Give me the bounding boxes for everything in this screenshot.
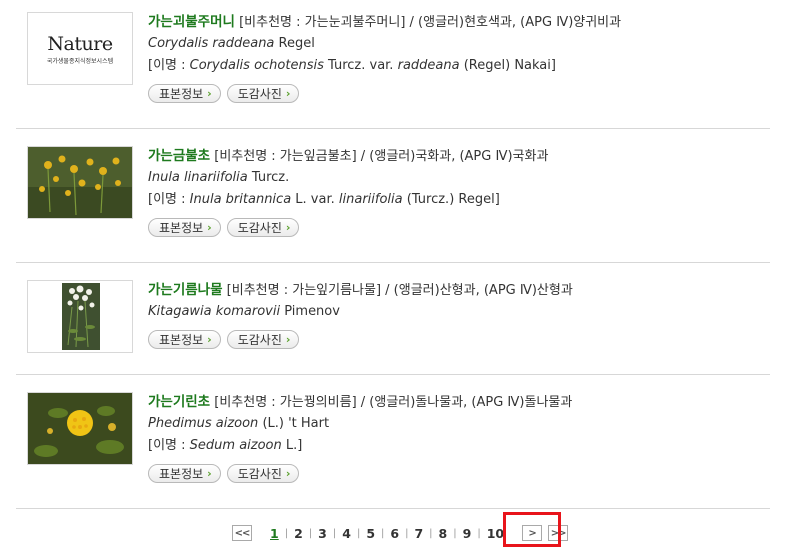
family-info: / (앵글러)국화과, (APG Ⅳ)국화과 — [360, 149, 549, 164]
recommended-name: [비추천명 : 가는잎금불초] — [214, 149, 357, 164]
first-page-button[interactable]: << — [232, 525, 252, 541]
korean-name-link[interactable]: 가는금불초 — [148, 148, 210, 164]
recommended-name: [비추천명 : 가는잎기름나물] — [226, 283, 382, 298]
scientific-name: Kitagawia komarovii — [148, 304, 281, 319]
page-separator: | — [308, 527, 313, 539]
illustrated-photo-label: 도감사진 — [237, 333, 282, 347]
page-9-link[interactable]: 9 — [461, 526, 474, 541]
nature-logo-subtext: 국가생물종지식정보시스템 — [46, 57, 114, 65]
synonym-epithet: linariifolia — [338, 192, 403, 207]
synonym-name: Inula britannica — [189, 192, 292, 207]
synonym-prefix: [이명 : — [148, 58, 186, 73]
illustrated-photo-label: 도감사진 — [237, 467, 282, 481]
specimen-info-button[interactable]: 표본정보 › — [148, 464, 221, 483]
plant-photo-white-flowers — [28, 281, 132, 352]
specimen-info-button[interactable]: 표본정보 › — [148, 330, 221, 349]
scientific-name: Corydalis raddeana — [148, 36, 275, 51]
list-item: 가는기린초 [비추천명 : 가는꿩의비름] / (앵글러)돌나물과, (APG … — [16, 375, 770, 509]
scientific-name: Inula linariifolia — [148, 170, 248, 185]
nature-logo-text: Nature — [47, 32, 113, 55]
chevron-right-icon: › — [207, 467, 212, 480]
synonym-prefix: [이명 : — [148, 438, 186, 453]
nature-logo: Nature 국가생물종지식정보시스템 — [47, 33, 113, 65]
page-separator: | — [381, 527, 385, 539]
page-4-link[interactable]: 4 — [340, 526, 353, 541]
page-separator: | — [453, 527, 457, 539]
page-separator: | — [429, 527, 433, 539]
synonym-mid: L. var. — [295, 192, 335, 207]
page-separator: | — [284, 527, 289, 539]
family-info: / (앵글러)산형과, (APG Ⅳ)산형과 — [385, 283, 573, 298]
page-separator: | — [405, 527, 409, 539]
page-7-link[interactable]: 7 — [412, 526, 425, 541]
scientific-author: Pimenov — [284, 304, 340, 319]
korean-name-link[interactable]: 가는기린초 — [148, 394, 210, 410]
synonym-author: (Turcz.) Regel] — [406, 192, 500, 207]
specimen-info-button[interactable]: 표본정보 › — [148, 218, 221, 237]
scientific-author: (L.) 't Hart — [262, 416, 330, 431]
list-item: Nature 국가생물종지식정보시스템 가는괴불주머니 [비추천명 : 가는눈괴… — [16, 0, 770, 129]
result-list: Nature 국가생물종지식정보시스템 가는괴불주머니 [비추천명 : 가는눈괴… — [16, 0, 770, 509]
page-separator: | — [332, 527, 337, 539]
specimen-info-button[interactable]: 표본정보 › — [148, 84, 221, 103]
page-3-link[interactable]: 3 — [316, 526, 329, 541]
family-info: / (앵글러)돌나물과, (APG Ⅳ)돌나물과 — [360, 395, 573, 410]
chevron-right-icon: › — [285, 87, 291, 100]
page-8-link[interactable]: 8 — [437, 526, 450, 541]
synonym-epithet: raddeana — [397, 58, 460, 73]
synonym-prefix: [이명 : — [148, 192, 186, 207]
chevron-right-icon: › — [285, 221, 291, 234]
chevron-right-icon: › — [285, 467, 291, 480]
synonym-mid: Turcz. var. — [328, 58, 394, 73]
korean-name-link[interactable]: 가는기름나물 — [148, 282, 223, 298]
specimen-info-label: 표본정보 — [159, 87, 204, 101]
page-6-link[interactable]: 6 — [388, 526, 401, 541]
page-5-link[interactable]: 5 — [364, 526, 377, 541]
korean-name-link[interactable]: 가는괴불주머니 — [148, 14, 235, 30]
illustrated-photo-button[interactable]: 도감사진 › — [226, 464, 300, 483]
illustrated-photo-button[interactable]: 도감사진 › — [226, 330, 300, 349]
page-2-link[interactable]: 2 — [292, 526, 305, 541]
recommended-name: [비추천명 : 가는꿩의비름] — [214, 395, 357, 410]
page-separator: | — [477, 527, 481, 539]
thumbnail-nature-logo[interactable]: Nature 국가생물종지식정보시스템 — [27, 12, 133, 85]
illustrated-photo-button[interactable]: 도감사진 › — [226, 84, 300, 103]
recommended-name: [비추천명 : 가는눈괴불주머니] — [239, 15, 406, 30]
plant-photo-yellow-sedum — [28, 393, 132, 464]
illustrated-photo-label: 도감사진 — [237, 87, 282, 101]
list-item: 가는금불초 [비추천명 : 가는잎금불초] / (앵글러)국화과, (APG Ⅳ… — [16, 129, 770, 263]
chevron-right-icon: › — [207, 221, 212, 234]
thumbnail-photo[interactable] — [27, 280, 133, 353]
illustrated-photo-label: 도감사진 — [237, 221, 282, 235]
plant-photo-yellow-flowers — [28, 147, 132, 218]
synonym-author: L.] — [285, 438, 303, 453]
chevron-right-icon: › — [285, 333, 291, 346]
specimen-info-label: 표본정보 — [159, 467, 204, 481]
highlight-box — [503, 512, 561, 547]
thumbnail-photo[interactable] — [27, 146, 133, 219]
page-1-link[interactable]: 1 — [268, 526, 281, 541]
list-item: 가는기름나물 [비추천명 : 가는잎기름나물] / (앵글러)산형과, (APG… — [16, 263, 770, 375]
chevron-right-icon: › — [207, 87, 212, 100]
synonym-name: Sedum aizoon — [189, 438, 282, 453]
chevron-right-icon: › — [207, 333, 212, 346]
page-separator: | — [356, 527, 361, 539]
illustrated-photo-button[interactable]: 도감사진 › — [226, 218, 300, 237]
thumbnail-photo[interactable] — [27, 392, 133, 465]
scientific-author: Regel — [278, 36, 315, 51]
scientific-name: Phedimus aizoon — [148, 416, 259, 431]
specimen-info-label: 표본정보 — [159, 221, 204, 235]
synonym-author: (Regel) Nakai] — [463, 58, 556, 73]
scientific-author: Turcz. — [251, 170, 290, 185]
synonym-name: Corydalis ochotensis — [189, 58, 324, 73]
family-info: / (앵글러)현호색과, (APG Ⅳ)양귀비과 — [409, 15, 622, 30]
specimen-info-label: 표본정보 — [159, 333, 204, 347]
